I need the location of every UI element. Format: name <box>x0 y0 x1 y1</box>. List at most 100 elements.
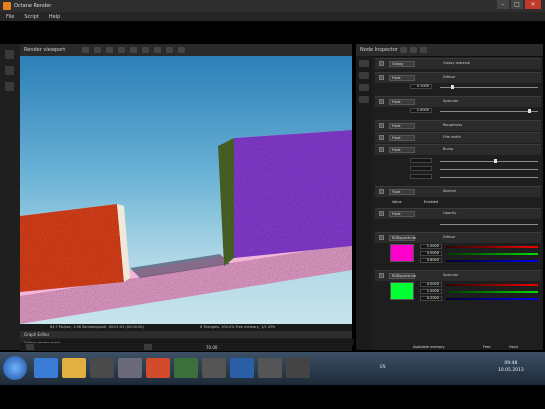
param-row: Float Roughness <box>375 120 541 131</box>
play-icon[interactable] <box>144 344 152 350</box>
render-stats-left: 64.7 Ms/sec, 1.98 Samples/pixel, 00:01:0… <box>50 325 144 329</box>
pin-icon[interactable] <box>82 47 89 53</box>
param-name: Normal <box>443 189 456 193</box>
red-channel-slider[interactable] <box>446 284 538 286</box>
close-button[interactable]: ✕ <box>525 0 541 9</box>
app-icon[interactable] <box>230 358 254 378</box>
param-slider-knob[interactable] <box>451 85 454 89</box>
app-icon[interactable] <box>174 358 198 378</box>
region-icon[interactable] <box>178 47 185 53</box>
param-value-field[interactable] <box>410 158 432 163</box>
blue-field[interactable]: 0.2000 <box>420 296 442 301</box>
collapse-icon[interactable] <box>379 211 384 216</box>
green-channel-slider[interactable] <box>446 291 538 293</box>
menu-file[interactable]: File <box>6 14 14 20</box>
param-name: Specular <box>443 99 459 103</box>
app-icon[interactable] <box>258 358 282 378</box>
param-slider-knob[interactable] <box>528 109 531 113</box>
blue-channel-slider[interactable] <box>446 298 538 300</box>
back-icon[interactable] <box>26 344 34 350</box>
param-slider[interactable] <box>440 87 538 88</box>
param-value-field[interactable]: 0.1000 <box>410 84 432 89</box>
pick-icon[interactable] <box>154 47 161 53</box>
specular-color-swatch[interactable] <box>390 282 414 300</box>
memory-used-label: Used <box>509 345 518 349</box>
blue-field[interactable]: 0.8000 <box>420 258 442 263</box>
stop-icon[interactable] <box>106 47 113 53</box>
collapse-icon[interactable] <box>379 189 384 194</box>
green-field[interactable]: 0.0000 <box>420 251 442 256</box>
node-icon[interactable] <box>359 60 369 67</box>
red-field[interactable]: 0.0000 <box>420 282 442 287</box>
window-title: Octane Render <box>14 3 52 9</box>
tool-button-icon[interactable] <box>5 66 14 75</box>
green-channel-slider[interactable] <box>446 253 538 255</box>
app-icon[interactable] <box>286 358 310 378</box>
collapse-icon[interactable] <box>379 273 384 278</box>
focus-icon[interactable] <box>142 47 149 53</box>
collapse-icon[interactable] <box>379 147 384 152</box>
restart-icon[interactable] <box>118 47 125 53</box>
expand-icon[interactable] <box>410 47 417 53</box>
chrome-icon[interactable] <box>146 358 170 378</box>
clock[interactable]: 09:48 10.05.2013 <box>498 360 524 374</box>
param-type-dropdown[interactable]: Float <box>389 99 415 105</box>
param-slider[interactable] <box>440 224 538 225</box>
red-channel-slider[interactable] <box>446 246 538 248</box>
node-icon[interactable] <box>359 72 369 79</box>
param-type-dropdown[interactable]: Float <box>389 189 415 195</box>
tool-button-icon[interactable] <box>5 50 14 59</box>
param-slider[interactable] <box>440 169 538 170</box>
collapse-icon[interactable] <box>379 235 384 240</box>
red-field[interactable]: 1.0000 <box>420 244 442 249</box>
memory-available-label: Available memory <box>413 345 445 349</box>
collapse-icon[interactable] <box>420 47 427 53</box>
app-icon[interactable] <box>202 358 226 378</box>
green-field[interactable]: 1.0000 <box>420 289 442 294</box>
title-bar: Octane Render – □ ✕ <box>0 0 545 12</box>
media-icon[interactable] <box>90 358 114 378</box>
param-value-field[interactable] <box>410 166 432 171</box>
render-image <box>20 130 352 324</box>
param-type-dropdown[interactable]: Float <box>389 147 415 153</box>
node-icon[interactable] <box>359 84 369 91</box>
param-type-dropdown[interactable]: Float <box>389 211 415 217</box>
param-row: Float Specular <box>375 96 541 107</box>
param-value-field[interactable]: 1.0000 <box>410 108 432 113</box>
param-name: Roughness <box>443 123 463 127</box>
maximize-button[interactable]: □ <box>511 0 523 9</box>
param-slider[interactable] <box>440 161 538 162</box>
pin-icon[interactable] <box>400 47 407 53</box>
collapse-icon[interactable] <box>379 75 384 80</box>
start-button-icon[interactable] <box>3 356 27 380</box>
octane-task-icon[interactable] <box>118 358 142 378</box>
menu-help[interactable]: Help <box>49 14 60 20</box>
minimize-button[interactable]: – <box>497 0 509 9</box>
color-type-dropdown[interactable]: RGBspectrum <box>389 273 416 279</box>
color-type-dropdown[interactable]: RGBspectrum <box>389 235 416 241</box>
param-type-dropdown[interactable]: Float <box>389 135 415 141</box>
tray-language[interactable]: EN <box>380 364 386 369</box>
collapse-icon[interactable] <box>379 123 384 128</box>
param-type-dropdown[interactable]: Float <box>389 75 415 81</box>
param-value-field[interactable] <box>410 174 432 179</box>
toggle-state[interactable]: Enabled <box>424 200 438 204</box>
param-slider[interactable] <box>440 111 538 112</box>
explorer-icon[interactable] <box>62 358 86 378</box>
param-type-dropdown[interactable]: Float <box>389 123 415 129</box>
collapse-icon[interactable] <box>379 135 384 140</box>
node-icon[interactable] <box>359 96 369 103</box>
pause-icon[interactable] <box>94 47 101 53</box>
tool-button-icon[interactable] <box>5 82 14 91</box>
collapse-icon[interactable] <box>379 99 384 104</box>
zoom-icon[interactable] <box>166 47 173 53</box>
node-type-dropdown[interactable]: Glossy <box>389 61 415 67</box>
lock-icon[interactable] <box>130 47 137 53</box>
diffuse-color-swatch[interactable] <box>390 244 414 262</box>
param-slider[interactable] <box>440 177 538 178</box>
param-slider-knob[interactable] <box>494 159 497 163</box>
blue-channel-slider[interactable] <box>446 260 538 262</box>
menu-script[interactable]: Script <box>24 14 39 20</box>
ie-icon[interactable] <box>34 358 58 378</box>
render-viewport[interactable] <box>20 56 352 324</box>
